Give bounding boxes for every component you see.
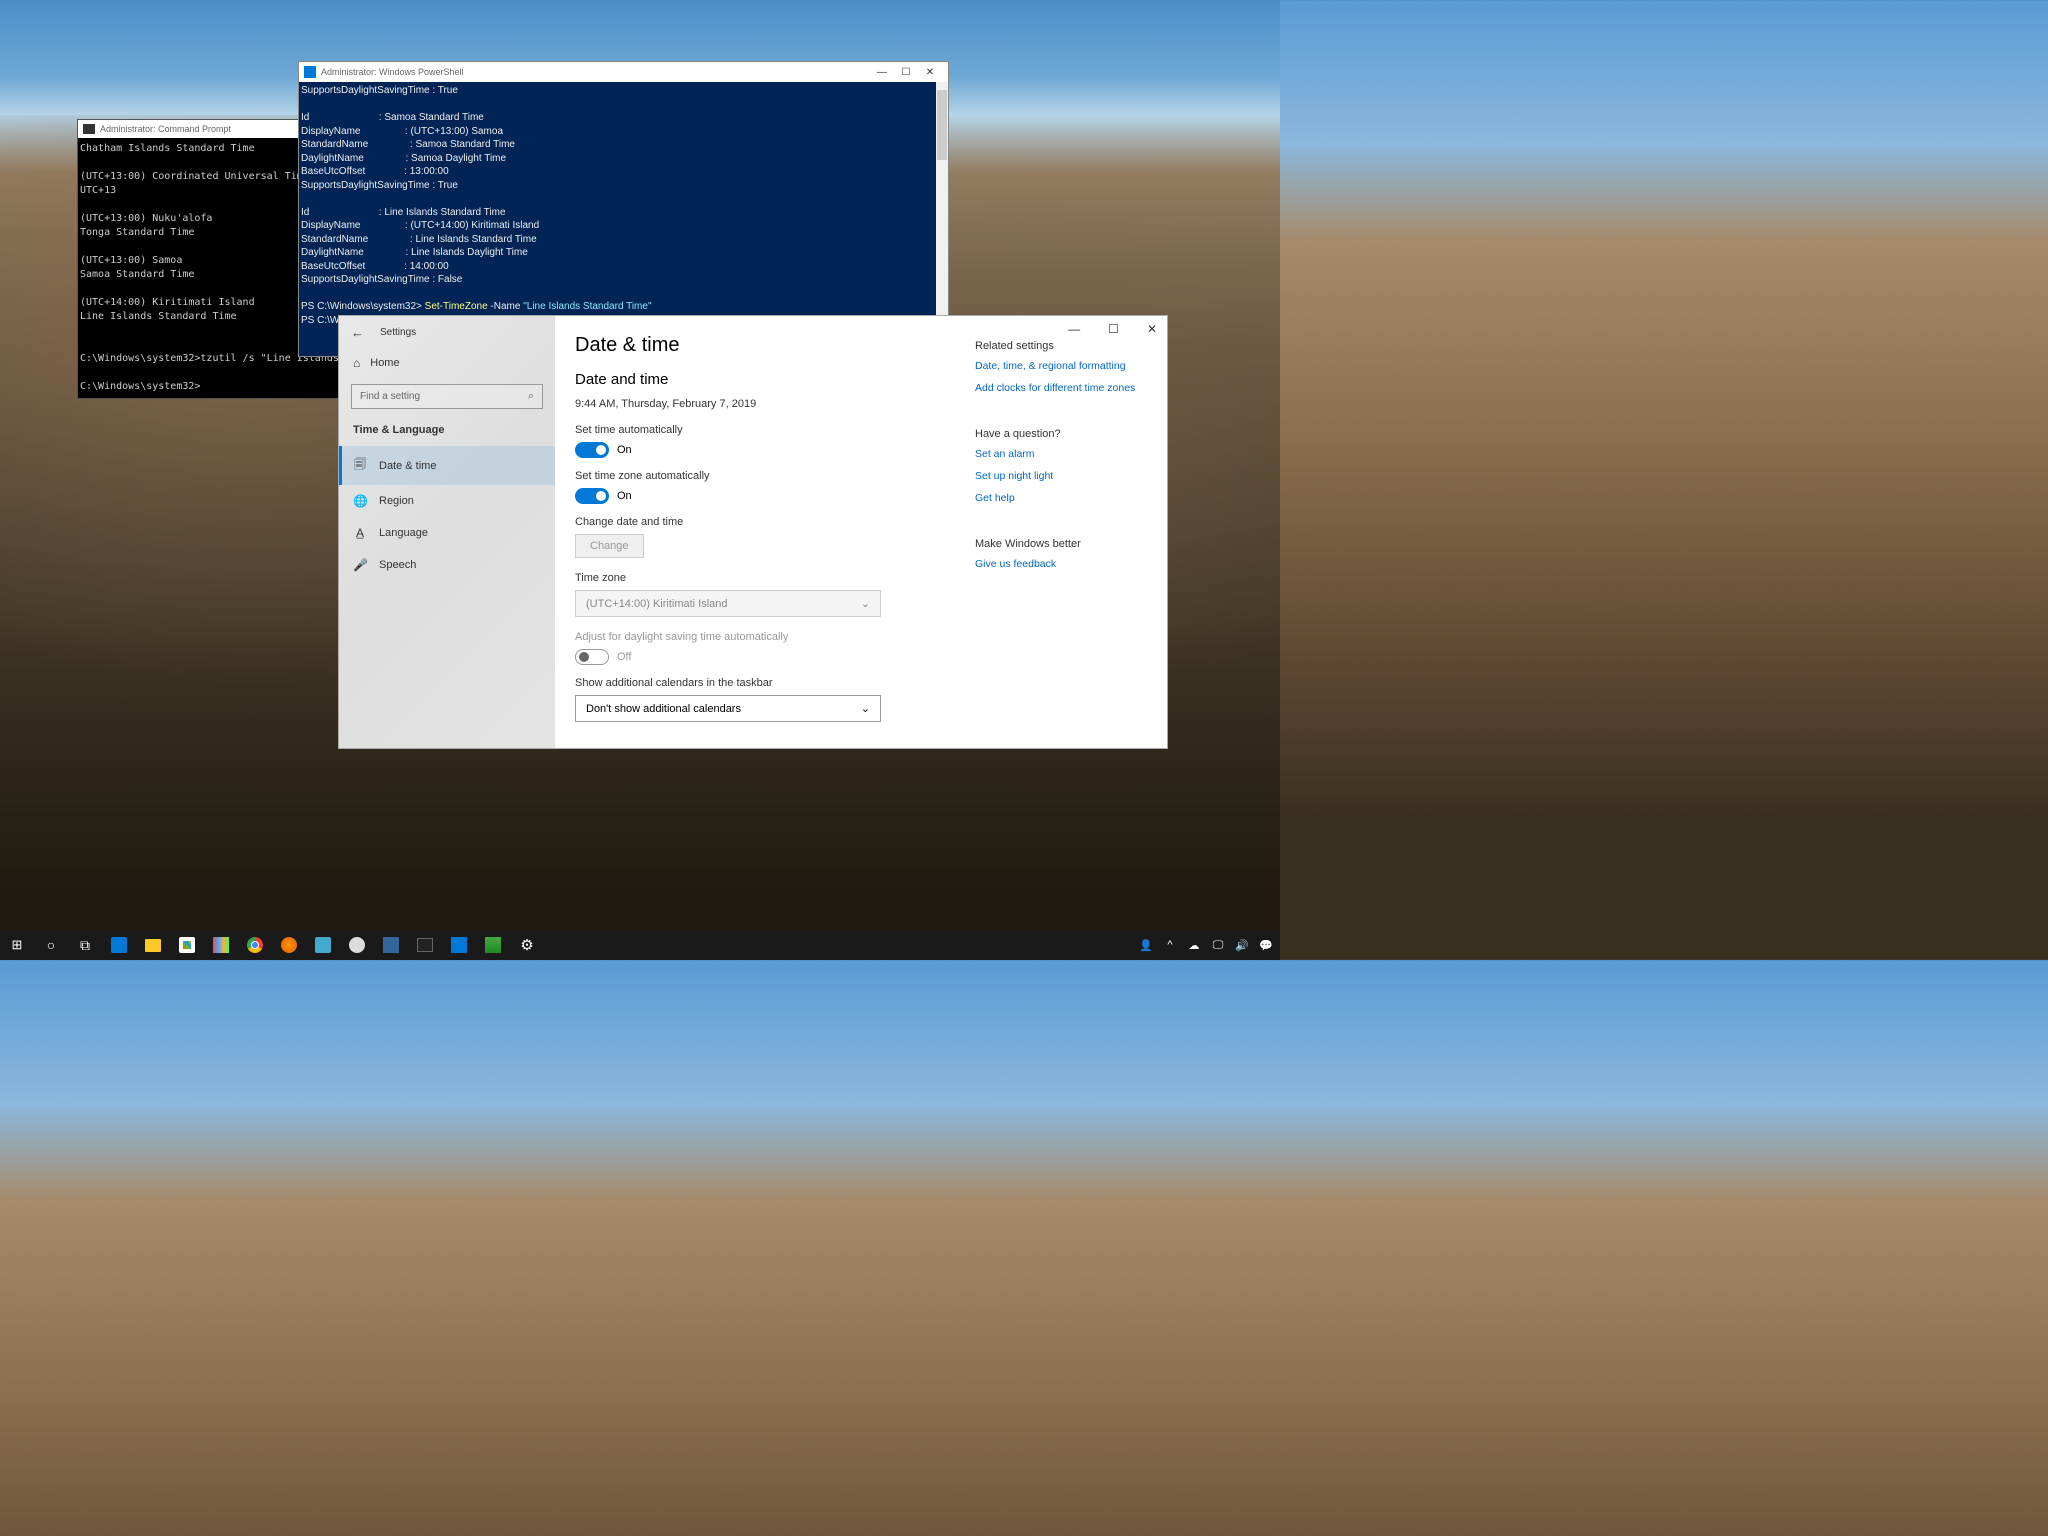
current-datetime: 9:44 AM, Thursday, February 7, 2019 <box>575 398 975 410</box>
cmd-icon <box>83 124 95 134</box>
minimize-button[interactable]: ― <box>1062 320 1086 338</box>
store-taskbar-icon[interactable] <box>170 930 204 960</box>
maximize-button[interactable]: ☐ <box>1102 320 1125 338</box>
onedrive-tray-icon[interactable]: ☁ <box>1182 930 1206 960</box>
action-center-icon[interactable]: 💬 <box>1254 930 1278 960</box>
maximize-button[interactable]: ☐ <box>901 67 911 77</box>
link-get-help[interactable]: Get help <box>975 492 1155 504</box>
link-regional-formatting[interactable]: Date, time, & regional formatting <box>975 360 1155 372</box>
search-icon: ⌕ <box>528 390 534 403</box>
link-set-alarm[interactable]: Set an alarm <box>975 448 1155 460</box>
search-input[interactable]: Find a setting ⌕ <box>351 384 543 409</box>
minimize-button[interactable]: ― <box>877 67 887 77</box>
category-header: Time & Language <box>339 419 555 446</box>
nav-speech[interactable]: 🎤 Speech <box>339 549 555 581</box>
network-tray-icon[interactable]: 🖵 <box>1206 930 1230 960</box>
calendar-label: Show additional calendars in the taskbar <box>575 677 975 689</box>
page-title: Date & time <box>575 334 975 357</box>
powershell-taskbar-icon[interactable] <box>442 930 476 960</box>
section-header: Date and time <box>575 371 975 388</box>
microphone-icon: 🎤 <box>353 558 367 572</box>
nav-date-time[interactable]: 🗐 Date & time <box>339 446 555 485</box>
dst-toggle <box>575 649 609 665</box>
set-time-auto-toggle[interactable] <box>575 442 609 458</box>
cortana-button[interactable]: ○ <box>34 930 68 960</box>
globe-icon: 🌐 <box>353 494 367 508</box>
better-header: Make Windows better <box>975 538 1155 550</box>
powershell-window: Administrator: Windows PowerShell ― ☐ ✕ … <box>298 61 949 357</box>
link-feedback[interactable]: Give us feedback <box>975 558 1155 570</box>
link-add-clocks[interactable]: Add clocks for different time zones <box>975 382 1155 394</box>
app2-taskbar-icon[interactable] <box>340 930 374 960</box>
settings-title: Settings <box>380 327 416 338</box>
change-button: Change <box>575 534 644 558</box>
ps-title: Administrator: Windows PowerShell <box>321 67 464 77</box>
volume-tray-icon[interactable]: 🔊 <box>1230 930 1254 960</box>
nav-language[interactable]: A̲ Language <box>339 517 555 549</box>
link-night-light[interactable]: Set up night light <box>975 470 1155 482</box>
language-icon: A̲ <box>353 526 367 540</box>
calendar-dropdown[interactable]: Don't show additional calendars ⌄ <box>575 695 881 722</box>
close-button[interactable]: ✕ <box>1141 320 1163 338</box>
settings-taskbar-icon[interactable]: ⚙ <box>510 930 544 960</box>
set-tz-auto-toggle[interactable] <box>575 488 609 504</box>
app3-taskbar-icon[interactable] <box>374 930 408 960</box>
chevron-down-icon: ⌄ <box>861 597 870 610</box>
photos-taskbar-icon[interactable] <box>306 930 340 960</box>
change-dt-label: Change date and time <box>575 516 975 528</box>
question-header: Have a question? <box>975 428 1155 440</box>
tray-chevron-icon[interactable]: ^ <box>1158 930 1182 960</box>
taskbar: ⊞ ○ ⧉ ⚙ 👤 ^ ☁ 🖵 🔊 💬 <box>0 930 1280 960</box>
timezone-dropdown: (UTC+14:00) Kiritimati Island ⌄ <box>575 590 881 617</box>
settings-main: ― ☐ ✕ Date & time Date and time 9:44 AM,… <box>555 316 1167 748</box>
edge-taskbar-icon[interactable] <box>102 930 136 960</box>
ps-titlebar[interactable]: Administrator: Windows PowerShell ― ☐ ✕ <box>299 62 948 82</box>
settings-window: ← Settings ⌂ Home Find a setting ⌕ Time … <box>338 315 1168 749</box>
tz-label: Time zone <box>575 572 975 584</box>
people-tray-icon[interactable]: 👤 <box>1134 930 1158 960</box>
task-view-button[interactable]: ⧉ <box>68 930 102 960</box>
settings-right-column: Related settings Date, time, & regional … <box>975 328 1165 748</box>
back-button[interactable]: ← <box>351 325 364 340</box>
home-nav[interactable]: ⌂ Home <box>339 348 555 378</box>
file-explorer-taskbar-icon[interactable] <box>136 930 170 960</box>
related-header: Related settings <box>975 340 1155 352</box>
cmd-taskbar-icon[interactable] <box>408 930 442 960</box>
settings-sidebar: ← Settings ⌂ Home Find a setting ⌕ Time … <box>339 316 555 748</box>
calendar-icon: 🗐 <box>353 455 367 476</box>
set-time-auto-label: Set time automatically <box>575 424 975 436</box>
app-taskbar-icon[interactable] <box>204 930 238 960</box>
nav-region[interactable]: 🌐 Region <box>339 485 555 517</box>
dst-label: Adjust for daylight saving time automati… <box>575 631 975 643</box>
set-tz-auto-label: Set time zone automatically <box>575 470 975 482</box>
close-button[interactable]: ✕ <box>925 67 935 77</box>
cmd-title: Administrator: Command Prompt <box>100 124 231 134</box>
home-icon: ⌂ <box>353 356 360 370</box>
start-button[interactable]: ⊞ <box>0 930 34 960</box>
chevron-down-icon: ⌄ <box>861 702 870 715</box>
app4-taskbar-icon[interactable] <box>476 930 510 960</box>
chrome-taskbar-icon[interactable] <box>238 930 272 960</box>
powershell-icon <box>304 66 316 78</box>
firefox-taskbar-icon[interactable] <box>272 930 306 960</box>
